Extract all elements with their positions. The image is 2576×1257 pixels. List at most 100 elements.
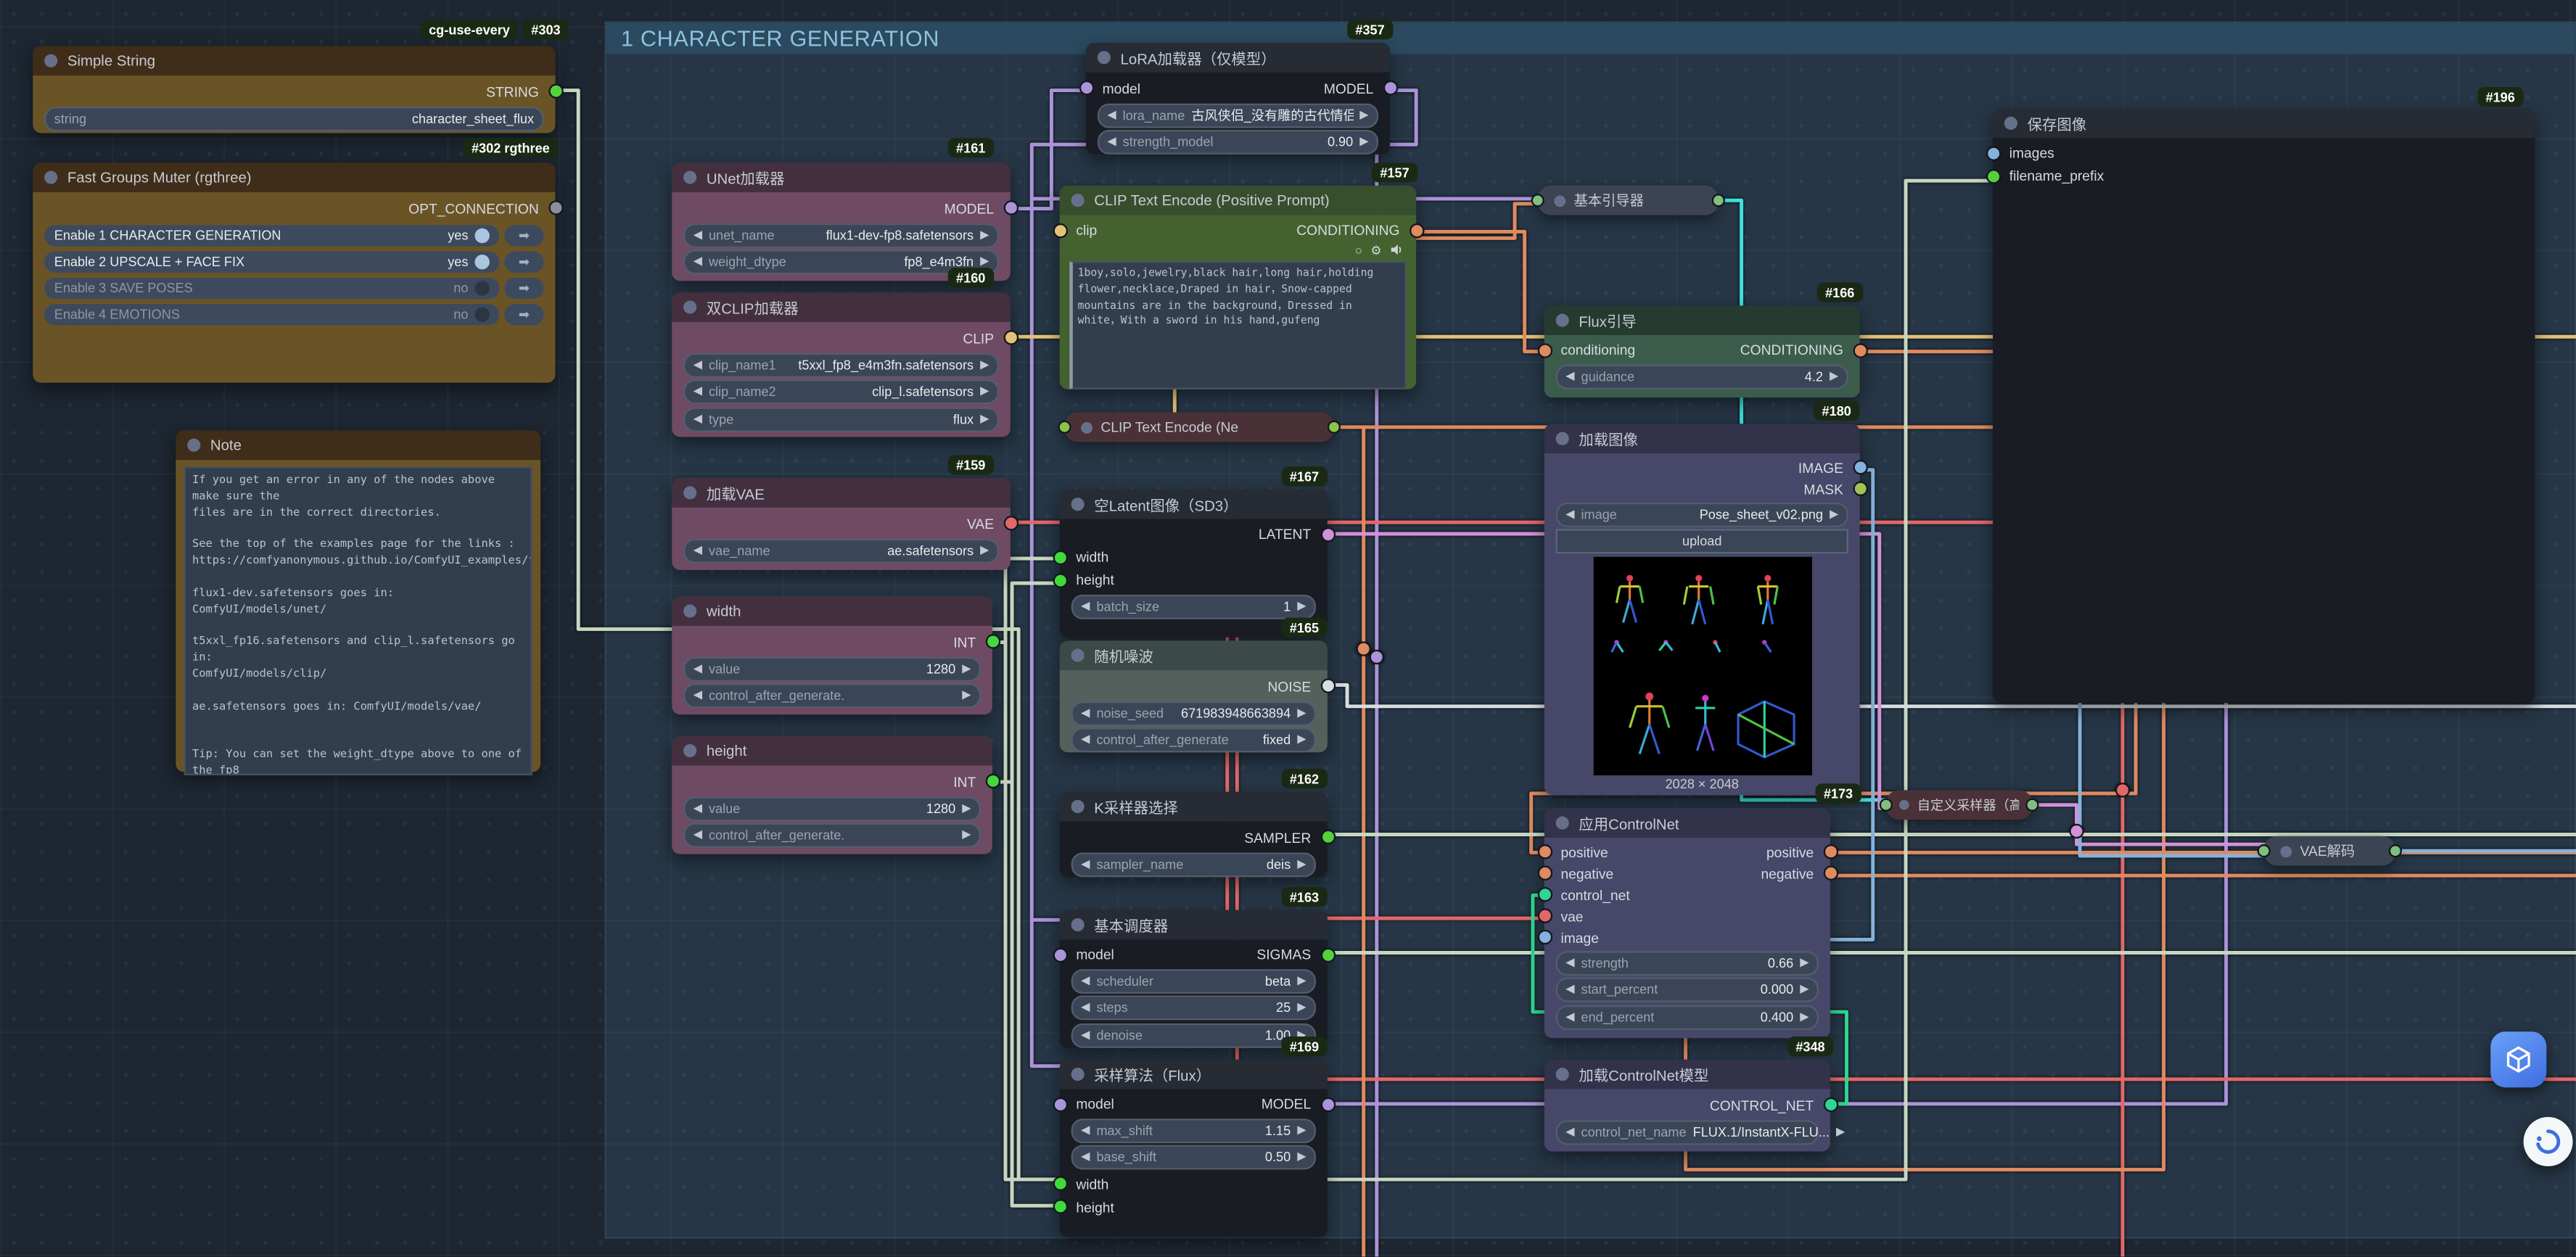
note-text[interactable]: If you get an error in any of the nodes … — [184, 466, 532, 775]
output-port-vae[interactable] — [1003, 516, 1018, 530]
node-custom-sampler-advanced-collapsed[interactable]: 自定义采样器（高级） — [1886, 790, 2033, 820]
output-port-int[interactable] — [985, 774, 1000, 788]
output-port-int[interactable] — [985, 634, 1000, 648]
toggle-dot[interactable] — [474, 281, 489, 295]
output-port[interactable] — [2025, 799, 2038, 812]
collapse-dot[interactable] — [683, 171, 696, 184]
jump-arrow-button[interactable]: ➡ — [504, 277, 543, 300]
collapse-dot[interactable] — [1071, 1068, 1085, 1081]
strength-widget[interactable]: ◀strength0.66▶ — [1556, 950, 1819, 975]
max-shift-widget[interactable]: ◀max_shift1.15▶ — [1071, 1118, 1316, 1142]
jump-arrow-button[interactable]: ➡ — [504, 224, 543, 247]
input-port-positive[interactable] — [1537, 844, 1552, 859]
clip-name2-widget[interactable]: ◀clip_name2clip_l.safetensors▶ — [683, 379, 999, 404]
output-port-model[interactable] — [1383, 81, 1397, 95]
strength-model-widget[interactable]: ◀strength_model0.90▶ — [1098, 130, 1378, 154]
node-header[interactable]: K采样器选择 — [1060, 792, 1328, 822]
node-header[interactable]: LoRA加载器（仅模型） — [1086, 43, 1390, 73]
node-header[interactable]: 加载图像 — [1544, 424, 1860, 453]
node-header[interactable]: height — [672, 736, 992, 766]
input-port-vae[interactable] — [1537, 908, 1552, 923]
noise-seed-widget[interactable]: ◀noise_seed671983948663894▶ — [1071, 701, 1316, 725]
collapse-dot[interactable] — [1098, 51, 1111, 64]
input-port[interactable] — [1058, 421, 1071, 434]
collapse-dot[interactable] — [1071, 194, 1085, 207]
collapse-dot[interactable] — [187, 439, 200, 452]
start-percent-widget[interactable]: ◀start_percent0.000▶ — [1556, 977, 1819, 1002]
output-port-control-net[interactable] — [1823, 1097, 1838, 1112]
output-port-sigmas[interactable] — [1320, 947, 1335, 962]
prompt-textarea[interactable]: 1boy,solo,jewelry,black hair,long hair,h… — [1069, 261, 1406, 390]
output-port[interactable] — [1328, 421, 1341, 434]
toggle-enable-4[interactable]: Enable 4 EMOTIONSno — [44, 303, 499, 326]
control-after-generate-widget[interactable]: ◀control_after_generate.▶ — [683, 683, 981, 708]
output-port-positive[interactable] — [1823, 844, 1838, 859]
unet-name-widget[interactable]: ◀unet_nameflux1-dev-fp8.safetensors▶ — [683, 223, 999, 247]
node-vae-decode-collapsed[interactable]: VAE解码 — [2264, 836, 2395, 866]
collapse-dot[interactable] — [1556, 432, 1569, 445]
control-after-generate-widget[interactable]: ◀control_after_generatefixed▶ — [1071, 728, 1316, 752]
output-port-conditioning[interactable] — [1852, 342, 1867, 357]
value-widget[interactable]: ◀value1280▶ — [683, 656, 981, 681]
output-port-mask[interactable] — [1852, 482, 1867, 496]
batch-size-widget[interactable]: ◀batch_size1▶ — [1071, 594, 1316, 619]
sampler-name-widget[interactable]: ◀sampler_namedeis▶ — [1071, 852, 1316, 876]
input-port-height[interactable] — [1053, 1199, 1067, 1213]
jump-arrow-button[interactable]: ➡ — [504, 303, 543, 326]
collapse-dot[interactable] — [1554, 194, 1565, 206]
guidance-widget[interactable]: ◀guidance4.2▶ — [1556, 364, 1848, 389]
collapse-dot[interactable] — [683, 300, 696, 313]
output-port-clip[interactable] — [1003, 330, 1018, 345]
input-port-control-net[interactable] — [1537, 887, 1552, 902]
node-basic-guider-collapsed[interactable]: 基本引导器 — [1538, 186, 1719, 215]
output-port-sampler[interactable] — [1320, 830, 1335, 844]
node-header[interactable]: Note — [176, 430, 540, 460]
node-header[interactable]: Fast Groups Muter (rgthree) — [33, 162, 555, 192]
upload-button[interactable]: upload — [1556, 529, 1848, 553]
base-shift-widget[interactable]: ◀base_shift0.50▶ — [1071, 1145, 1316, 1169]
input-port[interactable] — [1880, 799, 1893, 812]
output-port[interactable] — [1712, 194, 1725, 207]
collapse-dot[interactable] — [1071, 800, 1085, 813]
circle-icon[interactable]: ○ — [1355, 242, 1362, 257]
end-percent-widget[interactable]: ◀end_percent0.400▶ — [1556, 1005, 1819, 1029]
output-port-latent[interactable] — [1320, 527, 1335, 541]
collapse-dot[interactable] — [1081, 421, 1092, 433]
collapse-dot[interactable] — [1071, 649, 1085, 662]
collapse-dot[interactable] — [683, 604, 696, 617]
jump-arrow-button[interactable]: ➡ — [504, 250, 543, 273]
cube-logo-button[interactable] — [2490, 1031, 2546, 1087]
node-graph-canvas[interactable]: 1 CHARACTER GENERATION — [0, 0, 2576, 1256]
node-header[interactable]: Simple String — [33, 46, 555, 75]
collapse-dot[interactable] — [1556, 1068, 1569, 1081]
output-port-negative[interactable] — [1823, 865, 1838, 880]
collapse-dot[interactable] — [683, 486, 696, 499]
node-header[interactable]: Flux引导 — [1544, 305, 1860, 335]
output-port-model[interactable] — [1320, 1097, 1335, 1111]
lora-name-widget[interactable]: ◀lora_name古风侠侣_没有雕的古代情侣...▶ — [1098, 103, 1378, 128]
steps-widget[interactable]: ◀steps25▶ — [1071, 995, 1316, 1020]
assistant-circle-button[interactable] — [2524, 1117, 2573, 1166]
collapse-dot[interactable] — [1556, 817, 1569, 830]
image-widget[interactable]: ◀imagePose_sheet_v02.png▶ — [1556, 502, 1848, 527]
collapse-dot[interactable] — [1071, 918, 1085, 931]
node-clip-text-encode-negative-collapsed[interactable]: CLIP Text Encode (Ne — [1065, 412, 1334, 442]
gear-icon[interactable]: ⚙ — [1370, 242, 1381, 257]
vae-name-widget[interactable]: ◀vae_nameae.safetensors▶ — [683, 538, 999, 563]
input-port-model[interactable] — [1079, 81, 1093, 95]
collapse-dot[interactable] — [44, 171, 57, 184]
input-port-image[interactable] — [1537, 930, 1552, 944]
scheduler-widget[interactable]: ◀schedulerbeta▶ — [1071, 968, 1316, 993]
output-port-model[interactable] — [1003, 200, 1018, 215]
input-port[interactable] — [1531, 194, 1544, 207]
toggle-dot[interactable] — [474, 307, 489, 321]
collapse-dot[interactable] — [44, 54, 57, 67]
collapse-dot[interactable] — [2280, 845, 2292, 857]
node-header[interactable]: width — [672, 596, 992, 626]
node-header[interactable]: UNet加载器 — [672, 162, 1011, 192]
clip-name1-widget[interactable]: ◀clip_name1t5xxl_fp8_e4m3fn.safetensors▶ — [683, 353, 999, 377]
pose-sheet-preview[interactable] — [1593, 557, 1811, 775]
collapse-dot[interactable] — [1899, 800, 1909, 810]
collapse-dot[interactable] — [683, 744, 696, 757]
output-port-conditioning[interactable] — [1409, 223, 1423, 237]
